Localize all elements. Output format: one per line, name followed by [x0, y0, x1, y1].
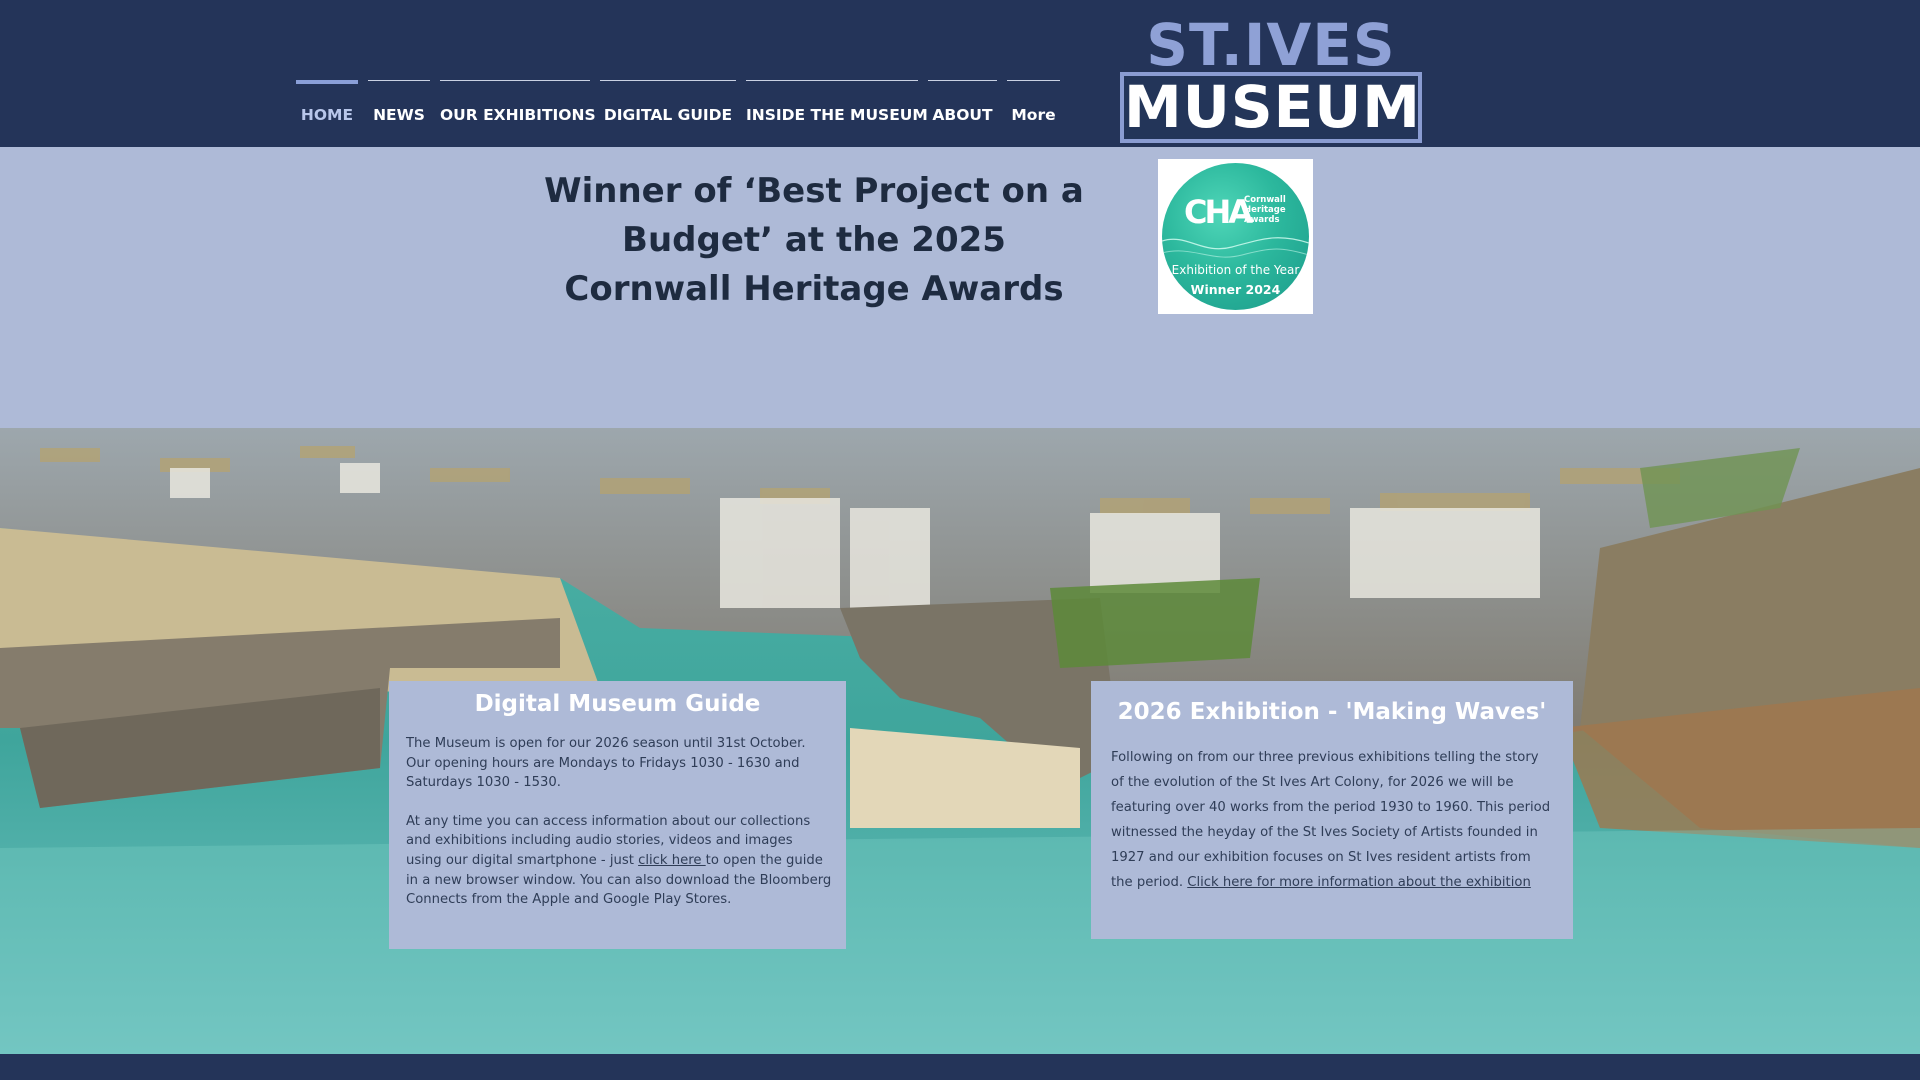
badge-mark: CHA [1184, 193, 1253, 231]
exhibition-heading: 2026 Exhibition - 'Making Waves' [1117, 699, 1547, 725]
nav-digital-guide[interactable]: DIGITAL GUIDE [600, 80, 736, 124]
digital-guide-heading: Digital Museum Guide [474, 691, 761, 717]
logo-bottom-text: MUSEUM [1124, 73, 1422, 141]
nav-our-exhibitions[interactable]: OUR EXHIBITIONS [440, 80, 596, 124]
logo-bottom-box: MUSEUM [1120, 72, 1422, 143]
exhibition-text-body: Following on from our three previous exh… [1111, 750, 1551, 890]
exhibition-panel: 2026 Exhibition - 'Making Waves' Followi… [1091, 681, 1573, 939]
nav-home[interactable]: HOME [296, 80, 358, 124]
hero-section: Digital Museum Guide The Museum is open … [0, 428, 1920, 1054]
badge-org-name: Cornwall Heritage Awards [1244, 195, 1286, 225]
nav-about[interactable]: ABOUT [928, 80, 997, 124]
award-badge-circle: CHA Cornwall Heritage Awards Exhibition … [1162, 163, 1309, 310]
opening-hours-text: The Museum is open for our 2026 season u… [406, 736, 806, 791]
guide-click-here-link[interactable]: click here [638, 853, 706, 868]
badge-line-1: Exhibition of the Year [1171, 263, 1300, 277]
award-title: Winner of ‘Best Project on a Budget’ at … [544, 171, 1084, 309]
footer-strip [0, 1054, 1920, 1080]
exhibition-text: Following on from our three previous exh… [1091, 745, 1573, 895]
guide-access-text: At any time you can access information a… [389, 812, 846, 910]
site-logo[interactable]: ST.IVES MUSEUM [1120, 11, 1422, 143]
exhibition-info-link[interactable]: Click here for more information about th… [1187, 875, 1531, 890]
nav-inside-the-museum[interactable]: INSIDE THE MUSEUM [746, 80, 928, 124]
site-header: HOME NEWS OUR EXHIBITIONS DIGITAL GUIDE … [0, 0, 1920, 147]
harbour-photo [0, 428, 1920, 1054]
nav-more[interactable]: More [1007, 80, 1060, 124]
badge-line-2: Winner 2024 [1190, 282, 1281, 297]
logo-top-text: ST.IVES [1146, 11, 1396, 79]
main-nav: HOME NEWS OUR EXHIBITIONS DIGITAL GUIDE … [296, 80, 1060, 124]
digital-guide-panel: Digital Museum Guide The Museum is open … [389, 681, 846, 949]
award-badge: CHA Cornwall Heritage Awards Exhibition … [1158, 159, 1313, 314]
nav-news[interactable]: NEWS [368, 80, 430, 124]
award-banner: Winner of ‘Best Project on a Budget’ at … [0, 147, 1920, 428]
